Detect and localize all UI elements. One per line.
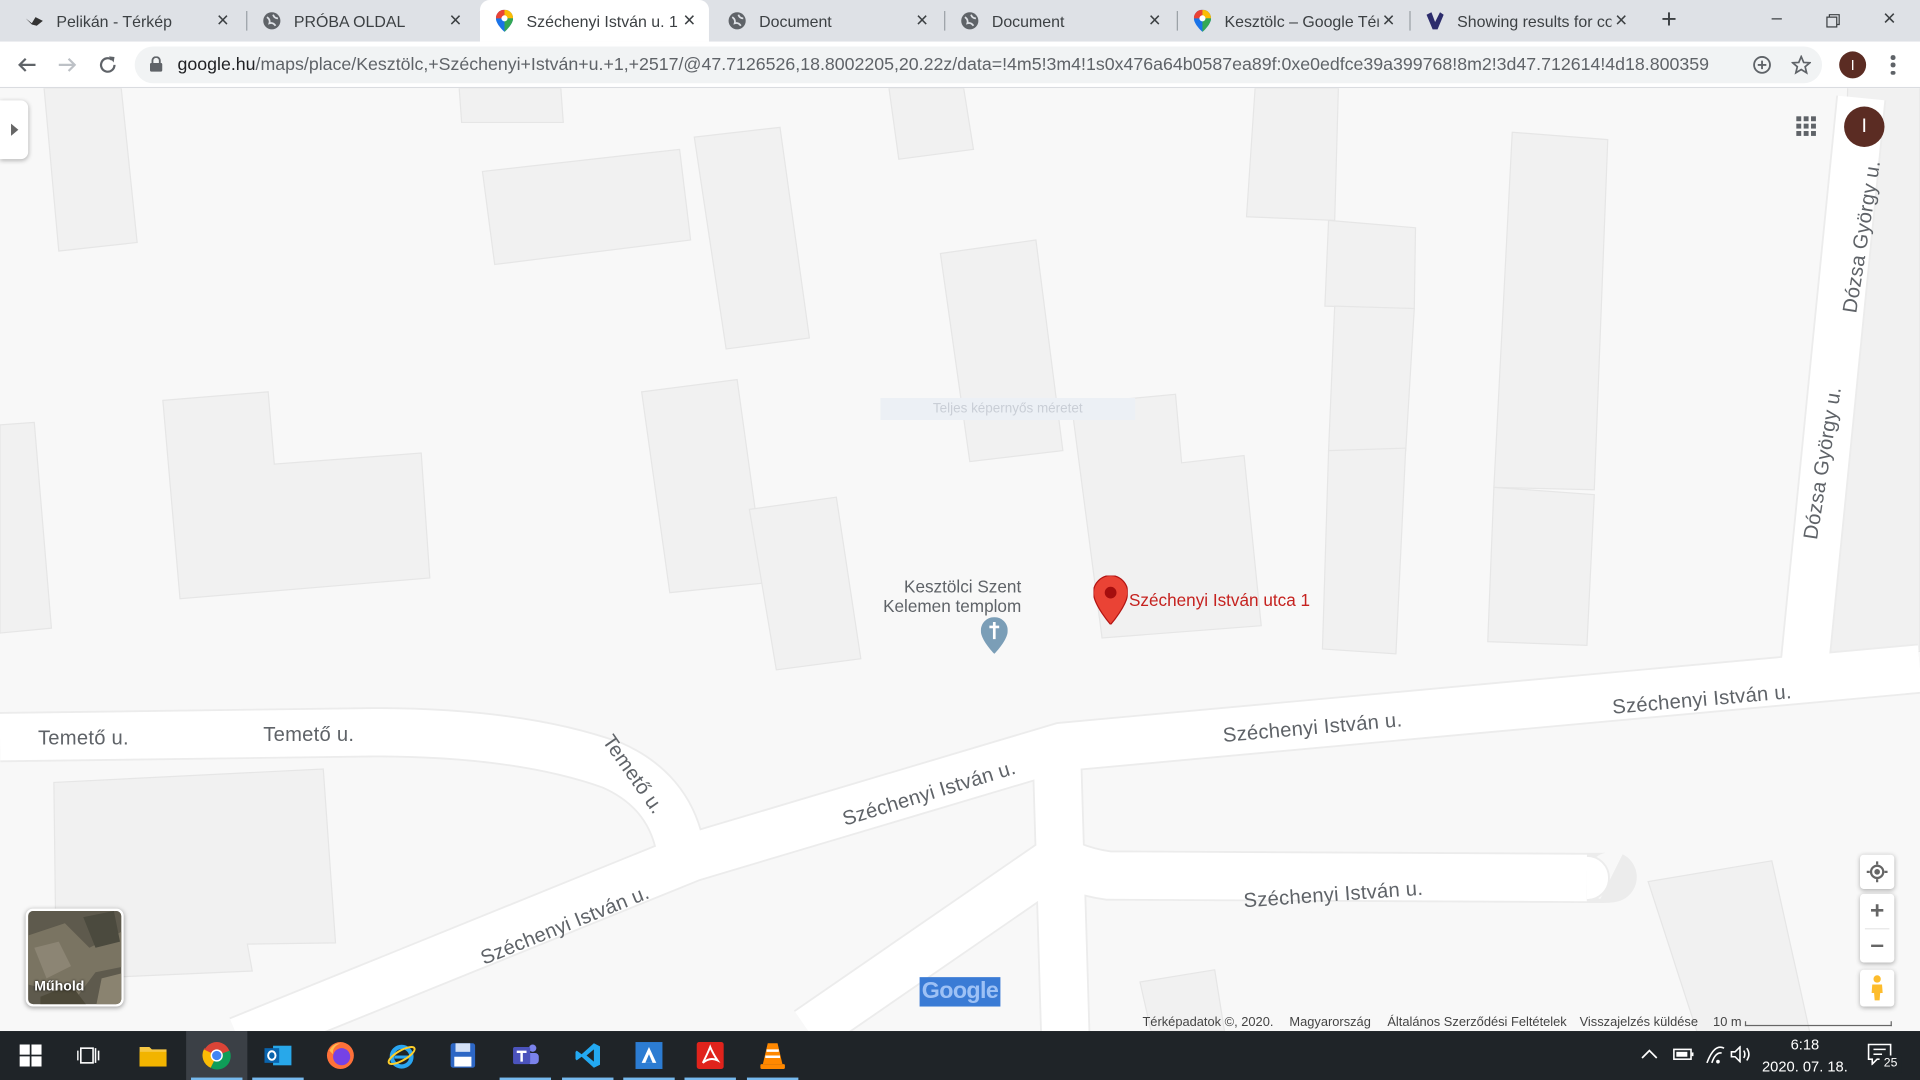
maps-pin-icon bbox=[1193, 9, 1213, 32]
tab-title: Document bbox=[759, 11, 832, 31]
vlc-icon[interactable] bbox=[742, 1031, 803, 1080]
tab-title: Kesztölc – Google Térk bbox=[1224, 11, 1379, 31]
close-window-button[interactable]: × bbox=[1861, 0, 1917, 42]
outlook-icon[interactable] bbox=[247, 1031, 308, 1080]
file-explorer-icon[interactable] bbox=[122, 1031, 183, 1080]
scale-bar bbox=[1744, 1021, 1892, 1027]
tab-title: Pelikán - Térkép bbox=[56, 11, 172, 31]
pegman-icon bbox=[1871, 975, 1883, 1001]
fullscreen-tooltip: Teljes képernyős méretet bbox=[880, 397, 1136, 421]
maps-pin-icon bbox=[495, 9, 515, 32]
feedback-link[interactable]: Visszajelzés küldése bbox=[1580, 1015, 1698, 1030]
close-icon[interactable]: × bbox=[1611, 10, 1631, 31]
tab-title: Showing results for cor bbox=[1457, 11, 1612, 31]
side-panel-toggle[interactable] bbox=[0, 100, 29, 160]
windows-start-icon[interactable] bbox=[0, 1031, 61, 1080]
google-logo: Google bbox=[919, 977, 1001, 1007]
vscode-icon[interactable] bbox=[557, 1031, 618, 1080]
new-tab-button[interactable]: + bbox=[1656, 6, 1683, 34]
tab-szechenyi[interactable]: Széchenyi István u. 1 – × bbox=[480, 0, 709, 42]
clock-date[interactable]: 2020. 07. 18. bbox=[1761, 1058, 1849, 1075]
map-data-credit[interactable]: Térképadatok ©, 2020. bbox=[1142, 1015, 1273, 1030]
windows-taskbar: 6:18 2020. 07. 18. 25 bbox=[0, 1031, 1920, 1080]
browser-menu-icon[interactable] bbox=[1883, 53, 1903, 77]
install-icon[interactable] bbox=[1751, 54, 1773, 76]
save-disk-icon[interactable] bbox=[432, 1031, 493, 1080]
church-icon[interactable] bbox=[980, 617, 1008, 660]
my-location-icon bbox=[1866, 861, 1888, 883]
teams-icon[interactable] bbox=[495, 1031, 556, 1080]
tab-proba-oldal[interactable]: PRÓBA OLDAL × bbox=[247, 0, 475, 42]
notification-badge: 25 bbox=[1879, 1055, 1902, 1073]
globe-icon bbox=[262, 11, 282, 31]
map-pin-icon[interactable] bbox=[1092, 574, 1129, 631]
internet-explorer-icon[interactable] bbox=[371, 1031, 432, 1080]
task-view-icon[interactable] bbox=[59, 1031, 120, 1080]
browser-toolbar: google.hu/maps/place/Kesztölc,+Széchenyi… bbox=[0, 41, 1920, 89]
globe-icon bbox=[727, 11, 747, 31]
address-bar[interactable]: google.hu/maps/place/Kesztölc,+Széchenyi… bbox=[134, 46, 1823, 84]
selected-place-label[interactable]: Széchenyi István utca 1 bbox=[1129, 590, 1310, 610]
acrobat-icon[interactable] bbox=[680, 1031, 741, 1080]
battery-icon[interactable] bbox=[1673, 1046, 1695, 1069]
satellite-layer-button[interactable]: Műhold bbox=[25, 908, 124, 1007]
close-icon[interactable]: × bbox=[213, 10, 233, 31]
tab-title: PRÓBA OLDAL bbox=[293, 11, 406, 31]
close-icon[interactable]: × bbox=[1379, 10, 1399, 31]
apps-grid-icon[interactable] bbox=[1793, 113, 1820, 140]
tab-strip: Pelikán - Térkép × PRÓBA OLDAL × Széchen… bbox=[0, 0, 1920, 42]
tab-title: Széchenyi István u. 1 – bbox=[526, 11, 680, 31]
tab-document-1[interactable]: Document × bbox=[713, 0, 942, 42]
account-avatar[interactable]: I bbox=[1844, 106, 1885, 147]
zoom-in-button[interactable]: + bbox=[1860, 894, 1894, 928]
chrome-taskbar-icon[interactable] bbox=[186, 1031, 248, 1080]
globe-icon bbox=[960, 11, 980, 31]
map-footer: Térképadatok ©, 2020. Magyarország Által… bbox=[0, 1014, 1920, 1031]
zoom-out-button[interactable]: – bbox=[1860, 928, 1894, 962]
lock-icon bbox=[149, 56, 163, 78]
azure-data-studio-icon[interactable] bbox=[618, 1031, 679, 1080]
chevron-up-icon[interactable] bbox=[1641, 1046, 1658, 1069]
country-link[interactable]: Magyarország bbox=[1289, 1015, 1370, 1030]
back-button[interactable] bbox=[12, 50, 41, 79]
visual-studio-icon bbox=[1425, 11, 1445, 31]
satellite-label: Műhold bbox=[34, 979, 85, 995]
bookmark-star-icon[interactable] bbox=[1790, 54, 1812, 76]
close-icon[interactable]: × bbox=[680, 10, 700, 31]
close-icon[interactable]: × bbox=[912, 10, 932, 31]
map-base-layer bbox=[0, 88, 1920, 1032]
maximize-button[interactable] bbox=[1805, 0, 1861, 42]
close-icon[interactable]: × bbox=[1145, 10, 1165, 31]
terms-link[interactable]: Általános Szerződési Feltételek bbox=[1387, 1015, 1566, 1030]
close-icon[interactable]: × bbox=[446, 10, 466, 31]
road-label-temeto: Temető u. bbox=[263, 723, 355, 746]
pelikan-icon bbox=[24, 11, 44, 31]
url-text: google.hu/maps/place/Kesztölc,+Széchenyi… bbox=[177, 55, 1709, 75]
poi-label-church[interactable]: Kesztölci Szent Kelemen templom bbox=[857, 577, 1021, 616]
zoom-controls: + – bbox=[1860, 893, 1895, 963]
road-label-temeto: Temető u. bbox=[37, 727, 129, 750]
minimize-button[interactable]: – bbox=[1749, 0, 1805, 42]
tab-title: Document bbox=[991, 11, 1065, 31]
scale-label[interactable]: 10 m bbox=[1713, 1015, 1742, 1030]
tab-kesztolc-maps[interactable]: Kesztölc – Google Térk × bbox=[1178, 0, 1408, 42]
volume-icon[interactable] bbox=[1730, 1045, 1752, 1069]
chevron-right-icon bbox=[10, 123, 18, 136]
map-canvas[interactable]: Teljes képernyős méretet Temető u. Temet… bbox=[0, 88, 1920, 1032]
profile-avatar[interactable]: I bbox=[1839, 51, 1867, 79]
forward-button[interactable] bbox=[53, 50, 82, 79]
pegman-button[interactable] bbox=[1860, 969, 1895, 1007]
tab-pelikan[interactable]: Pelikán - Térkép × bbox=[10, 0, 243, 42]
wifi-icon[interactable] bbox=[1703, 1044, 1725, 1070]
my-location-button[interactable] bbox=[1860, 854, 1895, 889]
tab-showing-results[interactable]: Showing results for cor × bbox=[1411, 0, 1641, 42]
clock-time[interactable]: 6:18 bbox=[1761, 1036, 1849, 1053]
reload-button[interactable] bbox=[93, 50, 122, 79]
firefox-icon[interactable] bbox=[310, 1031, 371, 1080]
tab-document-2[interactable]: Document × bbox=[945, 0, 1174, 42]
